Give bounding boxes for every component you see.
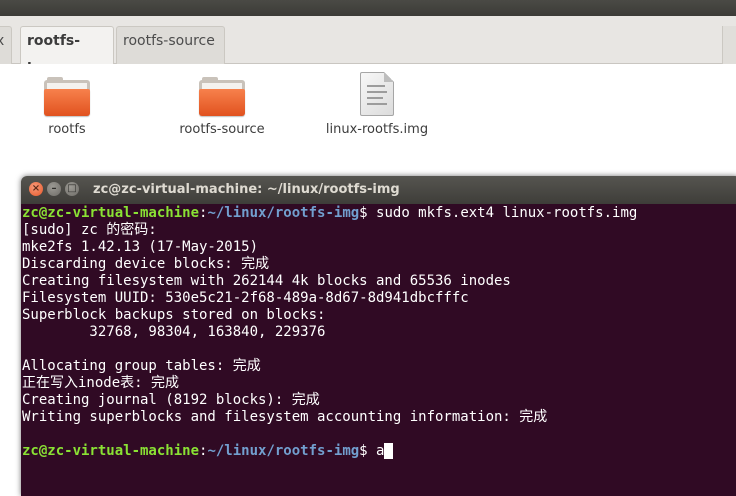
terminal-command-line: zc@zc-virtual-machine:~/linux/rootfs-img… — [22, 205, 736, 222]
terminal-output-line: Allocating group tables: 完成 — [22, 358, 261, 374]
prompt-end: $ — [359, 205, 377, 221]
terminal-input-line[interactable]: zc@zc-virtual-machine:~/linux/rootfs-img… — [22, 443, 736, 460]
window-top-strip — [0, 0, 736, 16]
tab-previous-partial[interactable]: x — [0, 26, 12, 64]
file-item-linux-rootfs-img[interactable]: linux-rootfs.img — [317, 64, 437, 137]
terminal-body[interactable]: zc@zc-virtual-machine:~/linux/rootfs-img… — [21, 204, 736, 496]
tab-next-partial[interactable] — [722, 26, 736, 64]
folder-icon — [199, 77, 245, 116]
file-manager-tabbar: x rootfs-img rootfs-source — [0, 16, 736, 77]
prompt-user: zc@zc-virtual-machine — [22, 443, 200, 459]
tab-rootfs-img[interactable]: rootfs-img — [20, 26, 114, 77]
file-item-label: rootfs-source — [179, 122, 265, 137]
terminal-output-line: [sudo] zc 的密码: — [22, 222, 157, 238]
terminal-output-line: Writing superblocks and filesystem accou… — [22, 409, 548, 425]
terminal-output-line: 正在写入inode表: 完成 — [22, 375, 180, 391]
terminal-output-line: Superblock backups stored on blocks: — [22, 307, 326, 323]
minimize-icon[interactable]: – — [47, 182, 61, 196]
terminal-output-line: mke2fs 1.42.13 (17-May-2015) — [22, 239, 259, 255]
file-item-rootfs[interactable]: rootfs — [7, 64, 127, 137]
tab-label: rootfs-source — [123, 33, 215, 49]
prompt-path: ~/linux/rootfs-img — [207, 205, 360, 221]
tab-rootfs-source[interactable]: rootfs-source — [116, 26, 225, 64]
terminal-window[interactable]: × – □ zc@zc-virtual-machine: ~/linux/roo… — [21, 176, 736, 496]
text-cursor — [384, 443, 394, 459]
terminal-output-line: Creating filesystem with 262144 4k block… — [22, 273, 511, 289]
prompt-end: $ — [359, 443, 377, 459]
terminal-output-line: Filesystem UUID: 530e5c21-2f68-489a-8d67… — [22, 290, 469, 306]
folder-icon — [44, 77, 90, 116]
terminal-output-line: Creating journal (8192 blocks): 完成 — [22, 392, 320, 408]
terminal-output-line: Discarding device blocks: 完成 — [22, 256, 270, 272]
terminal-title: zc@zc-virtual-machine: ~/linux/rootfs-im… — [93, 182, 400, 197]
terminal-output-line: 32768, 98304, 163840, 229376 — [22, 324, 326, 340]
tab-label: x — [0, 33, 5, 49]
file-icon — [360, 72, 394, 116]
prompt-path: ~/linux/rootfs-img — [207, 443, 360, 459]
file-item-label: linux-rootfs.img — [325, 122, 429, 137]
maximize-icon[interactable]: □ — [65, 182, 79, 196]
close-icon[interactable]: × — [29, 182, 43, 196]
file-item-label: rootfs — [48, 122, 86, 137]
terminal-current-input[interactable]: a — [376, 443, 384, 459]
prompt-user: zc@zc-virtual-machine — [22, 205, 200, 221]
terminal-titlebar[interactable]: × – □ zc@zc-virtual-machine: ~/linux/roo… — [21, 176, 736, 204]
terminal-command: sudo mkfs.ext4 linux-rootfs.img — [376, 205, 638, 221]
file-item-rootfs-source[interactable]: rootfs-source — [162, 64, 282, 137]
